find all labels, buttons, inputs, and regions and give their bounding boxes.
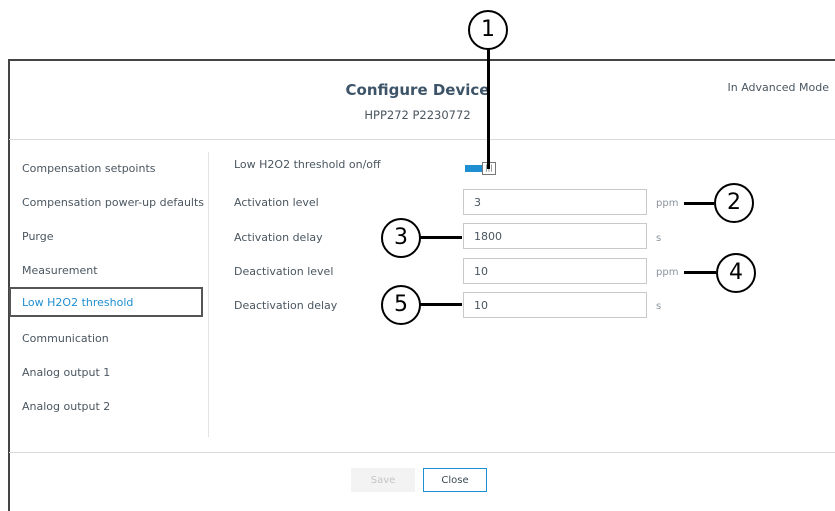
deactivation-delay-label: Deactivation delay	[234, 299, 338, 312]
callout-3: 3	[381, 218, 421, 258]
deactivation-level-input[interactable]	[463, 258, 647, 284]
header-divider	[9, 139, 835, 140]
footer-divider	[9, 452, 835, 453]
sidebar-item-analog-output-2[interactable]: Analog output 2	[22, 400, 110, 413]
callout-4-leader	[684, 271, 716, 274]
callout-5-leader	[420, 303, 462, 306]
deactivation-level-label: Deactivation level	[234, 265, 334, 278]
callout-2-leader	[684, 202, 714, 205]
activation-delay-unit: s	[656, 233, 662, 244]
configure-device-dialog	[8, 59, 835, 511]
sidebar-item-communication[interactable]: Communication	[22, 332, 109, 345]
sidebar-item-label: Low H2O2 threshold	[22, 296, 134, 309]
sidebar-item-low-h2o2-threshold[interactable]: Low H2O2 threshold	[9, 287, 203, 317]
deactivation-delay-input[interactable]	[463, 292, 647, 318]
deactivation-delay-unit: s	[656, 301, 662, 312]
callout-1: 1	[468, 10, 508, 50]
activation-delay-input[interactable]	[463, 223, 647, 249]
sidebar-item-analog-output-1[interactable]: Analog output 1	[22, 366, 110, 379]
save-button[interactable]: Save	[351, 468, 415, 492]
sidebar-item-compensation-setpoints[interactable]: Compensation setpoints	[22, 162, 155, 175]
deactivation-level-unit: ppm	[656, 267, 679, 278]
activation-level-input[interactable]	[463, 189, 647, 215]
callout-1-leader	[487, 46, 490, 169]
device-subtitle: HPP272 P2230772	[364, 108, 471, 122]
toggle-label: Low H2O2 threshold on/off	[234, 158, 381, 171]
dialog-title: Configure Device	[345, 81, 490, 99]
close-button[interactable]: Close	[423, 468, 487, 492]
advanced-mode-indicator: In Advanced Mode	[727, 81, 829, 94]
sidebar-item-measurement[interactable]: Measurement	[22, 264, 98, 277]
activation-level-unit: ppm	[656, 198, 679, 209]
activation-delay-label: Activation delay	[234, 231, 323, 244]
callout-2: 2	[714, 183, 754, 223]
sidebar-divider	[208, 152, 209, 437]
sidebar-item-compensation-power-up-defaults[interactable]: Compensation power-up defaults	[22, 196, 204, 209]
callout-3-leader	[420, 236, 462, 239]
sidebar-item-purge[interactable]: Purge	[22, 230, 54, 243]
callout-4: 4	[716, 253, 756, 293]
activation-level-label: Activation level	[234, 196, 319, 209]
low-h2o2-threshold-toggle[interactable]: |||	[465, 162, 497, 175]
callout-5: 5	[381, 285, 421, 325]
